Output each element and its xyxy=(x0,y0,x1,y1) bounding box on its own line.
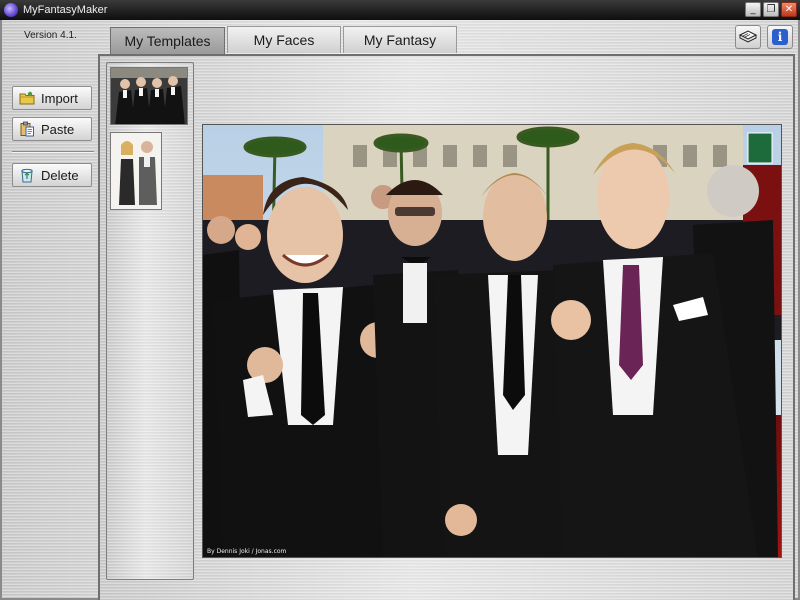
delete-label: Delete xyxy=(41,167,79,183)
info-icon: i xyxy=(772,29,788,45)
minimize-button[interactable]: _ xyxy=(745,2,761,17)
sidebar: Import Paste Delete xyxy=(2,54,98,600)
recycle-bin-icon xyxy=(21,168,33,183)
version-label: Version 4.1. xyxy=(24,30,77,41)
paste-label: Paste xyxy=(41,121,75,137)
template-thumbnail-group[interactable] xyxy=(110,67,188,125)
manual-book-icon xyxy=(738,30,758,43)
app-title: MyFantasyMaker xyxy=(23,4,108,16)
import-label: Import xyxy=(41,90,78,106)
import-button[interactable]: Import xyxy=(12,86,92,110)
maximize-button[interactable]: ❐ xyxy=(763,2,779,17)
couple-photo-thumbnail xyxy=(111,133,161,209)
delete-button[interactable]: Delete xyxy=(12,163,92,187)
template-thumbnail-couple[interactable] xyxy=(110,132,162,210)
app-icon xyxy=(4,3,18,17)
folder-icon xyxy=(19,91,35,105)
close-button[interactable]: ✕ xyxy=(781,2,797,17)
tab-my-templates[interactable]: My Templates xyxy=(110,27,225,54)
paste-button[interactable]: Paste xyxy=(12,117,92,141)
template-workspace: By Dennis Joki / Jonas.com xyxy=(98,54,795,600)
tab-my-fantasy[interactable]: My Fantasy xyxy=(343,26,457,53)
template-thumbnail-list[interactable] xyxy=(106,62,194,580)
title-bar: MyFantasyMaker _ ❐ ✕ xyxy=(0,0,800,20)
manual-button[interactable] xyxy=(735,25,761,49)
group-photo xyxy=(203,125,781,557)
sidebar-divider xyxy=(12,151,94,153)
group-photo-thumbnail xyxy=(111,68,187,124)
window-controls: _ ❐ ✕ xyxy=(745,2,797,17)
clipboard-icon xyxy=(20,121,34,137)
app-window: Version 4.1. My Templates My Faces My Fa… xyxy=(0,20,800,600)
photo-credit: By Dennis Joki / Jonas.com xyxy=(207,548,287,555)
template-photo-preview[interactable]: By Dennis Joki / Jonas.com xyxy=(202,124,782,558)
tab-my-faces[interactable]: My Faces xyxy=(227,26,341,53)
info-button[interactable]: i xyxy=(767,25,793,49)
